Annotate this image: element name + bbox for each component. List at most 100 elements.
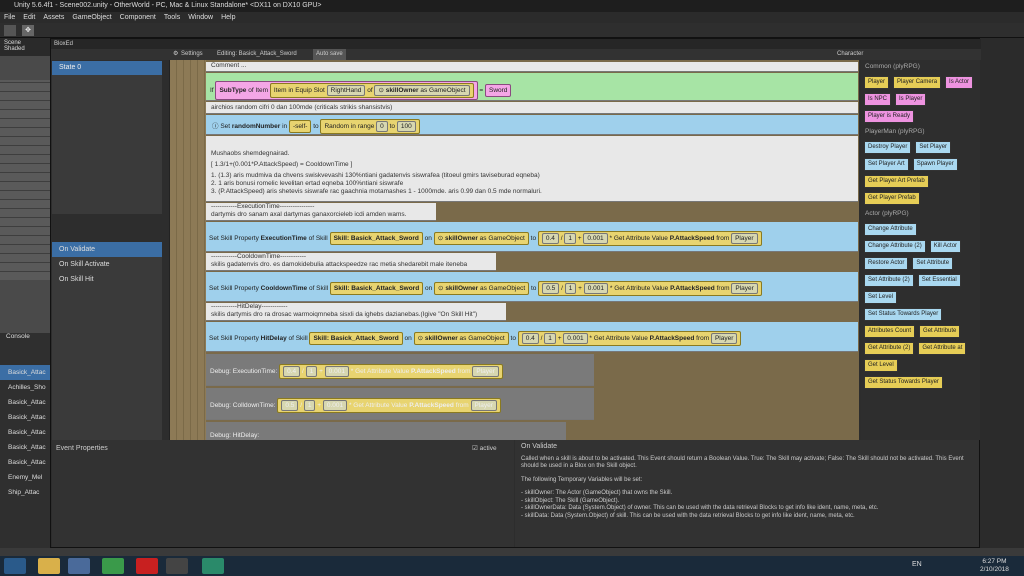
palette-block-button[interactable]: Set Attribute	[912, 257, 954, 270]
palette-block-button[interactable]: Get Attribute (2)	[864, 342, 915, 355]
language-indicator[interactable]: EN	[912, 561, 922, 568]
settings-button[interactable]: Settings	[181, 49, 203, 60]
debug-block[interactable]: Debug: ExecutionTime: 0.4 / 1 + 0.001 * …	[206, 354, 594, 386]
explorer-icon[interactable]	[38, 558, 60, 574]
comment-block[interactable]: Comment ...	[206, 62, 858, 72]
event-properties-title: Event Properties	[56, 445, 108, 452]
hand-tool-icon[interactable]	[4, 25, 16, 36]
help-var: - skillData: Data (System.Object) of ski…	[521, 512, 855, 519]
subtype-block[interactable]: SubType of Item Item in Equip Slot Right…	[215, 81, 478, 100]
comment-block[interactable]: airchios random cifri 0 dan 100mde (crit…	[206, 102, 858, 114]
list-item[interactable]: Basick_Attac	[0, 440, 50, 455]
palette-block-button[interactable]: Set Attribute (2)	[864, 274, 914, 287]
menu-file[interactable]: File	[4, 12, 15, 23]
comment-block[interactable]: Mushaobs shemdegnairad. [ 1.3/1+(0.001*P…	[206, 136, 858, 202]
help-panel: On Validate Called when a skill is about…	[515, 440, 979, 547]
palette-block-button[interactable]: Get Attribute at	[918, 342, 967, 355]
menu-help[interactable]: Help	[221, 12, 235, 23]
help-var: - skillOwner: The Actor (GameObject) tha…	[521, 490, 673, 496]
active-checkbox[interactable]: ☑ active	[472, 444, 497, 452]
palette-block-button[interactable]: Set Player	[915, 141, 952, 154]
debug-block[interactable]: Debug: HitDelay:	[206, 422, 566, 440]
help-title: On Validate	[521, 443, 558, 450]
app-icon[interactable]	[202, 558, 224, 574]
event-item[interactable]: On Skill Activate	[52, 257, 162, 272]
start-icon[interactable]	[4, 558, 26, 574]
state-item[interactable]: State 0	[52, 61, 162, 75]
menu-tools[interactable]: Tools	[164, 12, 180, 23]
palette-block-button[interactable]: Attributes Count	[864, 325, 916, 338]
if-block[interactable]: If SubType of Item Item in Equip Slot Ri…	[206, 73, 858, 101]
palette-block-button[interactable]: Get Level	[864, 359, 898, 372]
palette-block-button[interactable]: Get Player Prefab	[864, 192, 920, 205]
palette-block-button[interactable]: Spawn Player	[912, 158, 958, 171]
canvas-stripe	[170, 60, 206, 440]
debug-block[interactable]: Debug: ColldownTime: 0.5 / 1 + 0.001 * G…	[206, 388, 594, 420]
events-list: On Validate On Skill Activate On Skill H…	[52, 242, 162, 440]
bloxed-tab[interactable]: BloxEd	[51, 39, 981, 49]
palette-block-button[interactable]: Change Attribute	[864, 223, 917, 236]
palette-block-button[interactable]: Set Status Towards Player	[864, 308, 943, 321]
palette-block-button[interactable]: Player is Ready	[864, 110, 915, 123]
menu-component[interactable]: Component	[120, 12, 156, 23]
palette-block-button[interactable]: Set Level	[864, 291, 898, 304]
palette-block-button[interactable]: Change Attribute (2)	[864, 240, 926, 253]
comment-block[interactable]: ------------HitDelay------------ skilis …	[206, 303, 506, 321]
menu-window[interactable]: Window	[188, 12, 213, 23]
chrome-icon[interactable]	[102, 558, 124, 574]
clock[interactable]: 6:27 PM 2/10/2018	[980, 558, 1009, 574]
event-item[interactable]: On Skill Hit	[52, 272, 162, 287]
blox-canvas[interactable]: Comment ... If SubType of Item Item in E…	[169, 60, 859, 440]
list-item[interactable]: Basick_Attac	[0, 410, 50, 425]
comment-block[interactable]: ------------ExecutionTime---------------…	[206, 203, 436, 221]
menu-edit[interactable]: Edit	[23, 12, 35, 23]
palette-block-button[interactable]: Get Player Art Prefab	[864, 175, 929, 188]
console-tab[interactable]: Console	[0, 333, 50, 343]
palette-block-button[interactable]: Get Attribute	[919, 325, 961, 338]
list-item[interactable]: Achilles_Sho	[0, 380, 50, 395]
palette-block-button[interactable]: Is Player	[895, 93, 927, 106]
palette-block-button[interactable]: Get Status Towards Player	[864, 376, 943, 389]
scene-tab[interactable]: Scene Shaded	[0, 38, 50, 56]
set-cooldown-time-block[interactable]: Set Skill Property CooldownTime of Skill…	[206, 272, 858, 302]
set-random-block[interactable]: ⓘ Set randomNumber in -self- to Random i…	[206, 115, 858, 135]
list-item[interactable]: Ship_Attac	[0, 485, 50, 500]
palette-block-button[interactable]: Set Player Art	[864, 158, 909, 171]
set-execution-time-block[interactable]: Set Skill Property ExecutionTime of Skil…	[206, 222, 858, 252]
app-icon[interactable]	[68, 558, 90, 574]
palette-block-button[interactable]: Set Essential	[917, 274, 961, 287]
autosave-toggle[interactable]: Auto save	[313, 49, 346, 60]
palette-block-button[interactable]: Player Camera	[893, 76, 942, 89]
self-value[interactable]: -self-	[288, 120, 312, 133]
list-item[interactable]: Basick_Attac	[0, 455, 50, 470]
random-range-block[interactable]: Random in range 0 to 100	[320, 119, 420, 134]
event-item[interactable]: On Validate	[52, 242, 162, 257]
palette-block-button[interactable]: Restore Actor	[864, 257, 909, 270]
menu-gameobject[interactable]: GameObject	[72, 12, 111, 23]
list-item[interactable]: Enemy_Mel	[0, 470, 50, 485]
set-hit-delay-block[interactable]: Set Skill Property HitDelay of Skill Ski…	[206, 322, 858, 352]
palette-block-button[interactable]: Player	[864, 76, 890, 89]
help-var: - skillObject: The Skill (GameObject).	[521, 497, 620, 504]
menu-assets[interactable]: Assets	[43, 12, 64, 23]
palette-block-button[interactable]: Destroy Player	[864, 141, 912, 154]
comment-block[interactable]: ------------CooldownTime------------ ski…	[206, 253, 496, 271]
editing-label: Editing: Basick_Attack_Sword	[217, 51, 297, 57]
list-item[interactable]: Basick_Attac	[0, 395, 50, 410]
gear-icon[interactable]: ⚙	[173, 49, 178, 60]
unity-icon[interactable]	[166, 558, 188, 574]
palette-block-button[interactable]: Kill Actor	[929, 240, 962, 253]
move-tool-icon[interactable]: ✥	[22, 25, 34, 36]
bloxed-toolbar: ⚙ Settings Editing: Basick_Attack_Sword …	[51, 49, 981, 60]
sword-value[interactable]: Sword	[484, 84, 512, 97]
palette-category: PlayerMan (plyRPG)	[865, 128, 925, 135]
opera-icon[interactable]	[136, 558, 158, 574]
list-item[interactable]: Basick_Attac	[0, 425, 50, 440]
help-var: - skillOwnerData: Data (System.Object) o…	[521, 505, 879, 511]
list-item[interactable]: Basick_Attac	[0, 365, 50, 380]
scene-view[interactable]: Scene Shaded	[0, 38, 50, 333]
palette-block-button[interactable]: Is Actor	[945, 76, 974, 89]
bloxed-window: BloxEd ⚙ Settings Editing: Basick_Attack…	[50, 38, 981, 548]
scene-wall	[0, 80, 50, 280]
palette-block-button[interactable]: Is NPC	[864, 93, 892, 106]
